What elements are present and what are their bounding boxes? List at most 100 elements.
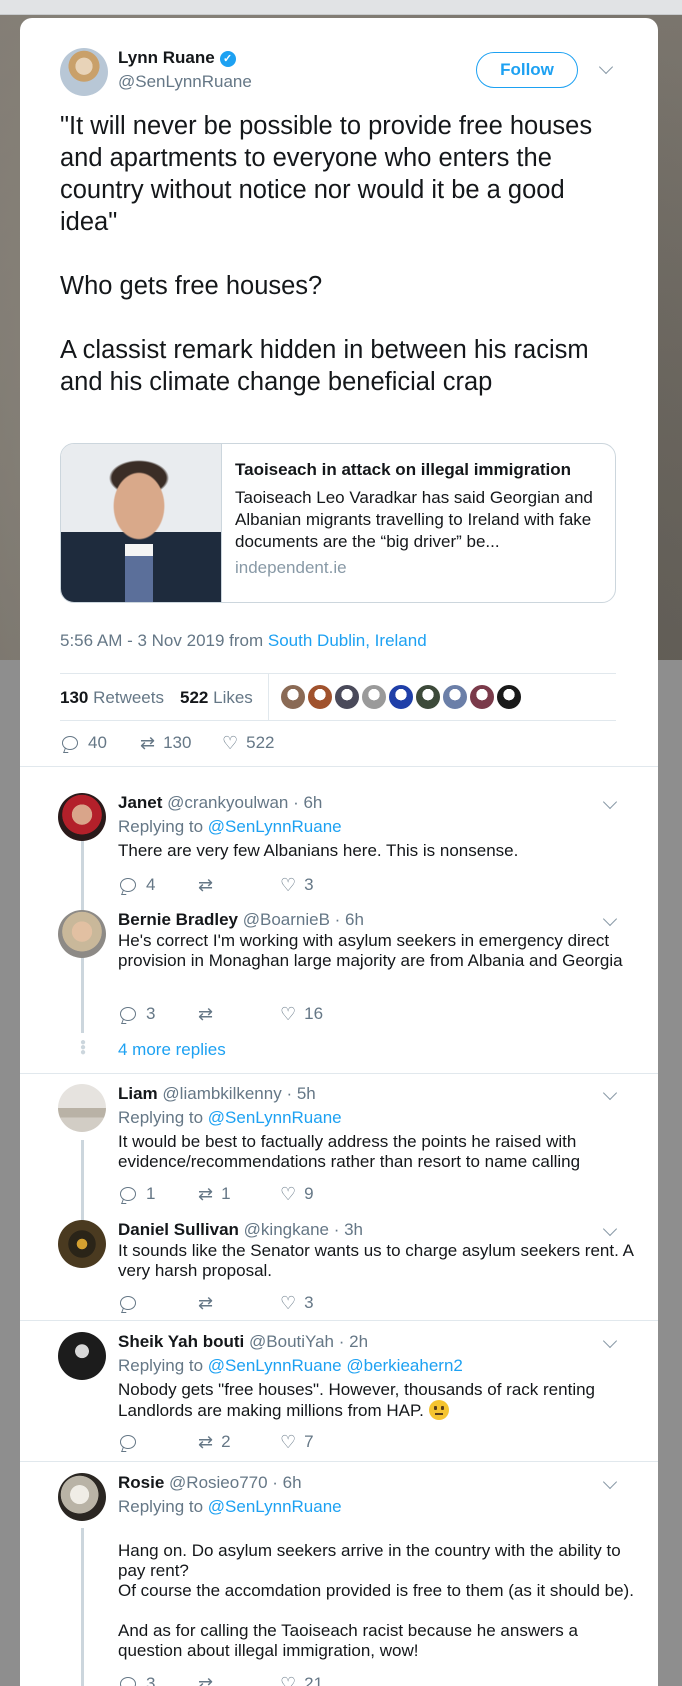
retweet-action[interactable]: ⇄ <box>198 1674 221 1686</box>
like-action[interactable]: ♡ 7 <box>280 1432 314 1453</box>
reply-action[interactable]: 4 <box>120 875 155 895</box>
liker-avatar[interactable] <box>280 684 306 710</box>
author-name[interactable]: Lynn Ruane ✓ <box>118 48 236 68</box>
liker-avatar[interactable] <box>334 684 360 710</box>
avatar[interactable] <box>58 1473 106 1521</box>
reply-meta: @crankyoulwan · 6h <box>167 793 323 812</box>
chevron-down-icon[interactable] <box>602 794 618 810</box>
replying-to-link[interactable]: @SenLynnRuane <box>208 1108 342 1127</box>
reply-text: Nobody gets "free houses". However, thou… <box>118 1380 638 1421</box>
follow-button[interactable]: Follow <box>476 52 578 88</box>
reply-author[interactable]: Liam @liambkilkenny · 5h <box>118 1084 316 1104</box>
likes-stat[interactable]: 522 Likes <box>180 688 253 708</box>
chevron-down-icon[interactable] <box>602 1333 618 1349</box>
replying-to-link[interactable]: @SenLynnRuane <box>208 817 342 836</box>
reply-icon <box>62 736 78 750</box>
more-replies-link[interactable]: 4 more replies <box>118 1040 226 1060</box>
chevron-down-icon[interactable] <box>598 59 614 75</box>
like-count: 9 <box>304 1184 314 1203</box>
avatar[interactable] <box>58 910 106 958</box>
divider <box>20 1320 658 1321</box>
thread-line <box>81 1528 84 1686</box>
heart-icon: ♡ <box>280 1004 297 1024</box>
divider <box>20 1461 658 1462</box>
retweets-stat[interactable]: 130 Retweets <box>60 688 164 708</box>
liker-avatar[interactable] <box>307 684 333 710</box>
reply-actions: 4 ⇄ ♡ 3 <box>118 875 518 897</box>
retweet-action[interactable]: ⇄ 2 <box>198 1432 231 1453</box>
tweet-modal: Lynn Ruane ✓ @SenLynnRuane Follow "It wil… <box>20 18 658 1686</box>
chevron-down-icon[interactable] <box>602 1085 618 1101</box>
chevron-down-icon[interactable] <box>602 911 618 927</box>
card-description: Taoiseach Leo Varadkar has said Georgian… <box>235 488 593 551</box>
reply-action[interactable]: 3 <box>120 1674 155 1686</box>
browser-top-bar <box>0 0 682 15</box>
tweet-location[interactable]: South Dublin, Ireland <box>268 631 427 650</box>
retweets-label: Retweets <box>93 688 164 707</box>
divider <box>20 1073 658 1074</box>
retweet-count: 130 <box>163 733 192 752</box>
reply-author-name: Daniel Sullivan <box>118 1220 239 1239</box>
replying-to-link[interactable]: @SenLynnRuane <box>208 1497 342 1516</box>
card-domain: independent.ie <box>235 558 347 577</box>
retweet-icon: ⇄ <box>198 1004 214 1024</box>
replying-to-link[interactable]: @SenLynnRuane @berkieahern2 <box>208 1356 463 1375</box>
liker-avatar[interactable] <box>442 684 468 710</box>
tweet-header: Lynn Ruane ✓ @SenLynnRuane Follow <box>20 18 658 108</box>
retweet-action[interactable]: ⇄ 1 <box>198 1184 231 1205</box>
tweet-paragraph: Who gets free houses? <box>60 272 323 300</box>
reply-actions: 1 ⇄ 1 ♡ 9 <box>118 1184 518 1206</box>
reply-author[interactable]: Rosie @Rosieo770 · 6h <box>118 1473 302 1493</box>
retweet-icon: ⇄ <box>198 1293 214 1313</box>
reply-action[interactable] <box>120 1432 146 1452</box>
tweet-actions: 40 ⇄ 130 ♡ 522 <box>60 733 460 755</box>
tweet-paragraph: A classist remark hidden in between his … <box>60 336 589 396</box>
reply-action[interactable]: 1 <box>120 1184 155 1204</box>
like-action[interactable]: ♡ 3 <box>280 1293 314 1314</box>
reply-action[interactable]: 40 <box>62 733 107 753</box>
replying-to: Replying to @SenLynnRuane <box>118 817 342 837</box>
avatar[interactable] <box>58 1084 106 1132</box>
reply-author[interactable]: Bernie Bradley @BoarnieB · 6h <box>118 910 364 930</box>
heart-icon: ♡ <box>280 1674 297 1686</box>
chevron-down-icon[interactable] <box>602 1221 618 1237</box>
reply-author[interactable]: Janet @crankyoulwan · 6h <box>118 793 322 813</box>
like-action[interactable]: ♡ 16 <box>280 1004 323 1025</box>
reply-author-name: Sheik Yah bouti <box>118 1332 245 1351</box>
reply-text: It sounds like the Senator wants us to c… <box>118 1241 638 1301</box>
reply-action[interactable]: 3 <box>120 1004 155 1024</box>
link-card[interactable]: Taoiseach in attack on illegal immigrati… <box>60 443 616 603</box>
liker-avatar[interactable] <box>496 684 522 710</box>
author-handle[interactable]: @SenLynnRuane <box>118 72 252 92</box>
liker-avatar[interactable] <box>361 684 387 710</box>
like-action[interactable]: ♡ 21 <box>280 1674 323 1686</box>
liker-avatar[interactable] <box>415 684 441 710</box>
like-count: 522 <box>246 733 275 752</box>
reply-text: He's correct I'm working with asylum see… <box>118 931 638 991</box>
retweet-action[interactable]: ⇄ <box>198 1293 221 1314</box>
reply-paragraph: He's correct I'm working with asylum see… <box>118 931 623 970</box>
retweet-action[interactable]: ⇄ 130 <box>140 733 191 754</box>
like-action[interactable]: ♡ 522 <box>222 733 275 754</box>
author-avatar[interactable] <box>60 48 108 96</box>
avatar[interactable] <box>58 1220 106 1268</box>
reply-author[interactable]: Daniel Sullivan @kingkane · 3h <box>118 1220 363 1240</box>
retweet-action[interactable]: ⇄ <box>198 1004 221 1025</box>
like-action[interactable]: ♡ 9 <box>280 1184 314 1205</box>
liker-avatar[interactable] <box>388 684 414 710</box>
divider <box>60 720 616 721</box>
reply-author-name: Janet <box>118 793 163 812</box>
reply-action[interactable] <box>120 1293 146 1313</box>
likes-label: Likes <box>213 688 253 707</box>
like-action[interactable]: ♡ 3 <box>280 875 314 896</box>
avatar[interactable] <box>58 1332 106 1380</box>
avatar[interactable] <box>58 793 106 841</box>
reply-actions: 3 ⇄ ♡ 16 <box>118 1004 518 1026</box>
reply-text: It would be best to factually address th… <box>118 1132 638 1192</box>
tweet-time[interactable]: 5:56 AM - 3 Nov 2019 from <box>60 631 268 650</box>
retweet-action[interactable]: ⇄ <box>198 875 221 896</box>
reply-author[interactable]: Sheik Yah bouti @BoutiYah · 2h <box>118 1332 368 1352</box>
liker-avatar[interactable] <box>469 684 495 710</box>
reply-actions: ⇄ ♡ 3 <box>118 1293 518 1315</box>
chevron-down-icon[interactable] <box>602 1474 618 1490</box>
